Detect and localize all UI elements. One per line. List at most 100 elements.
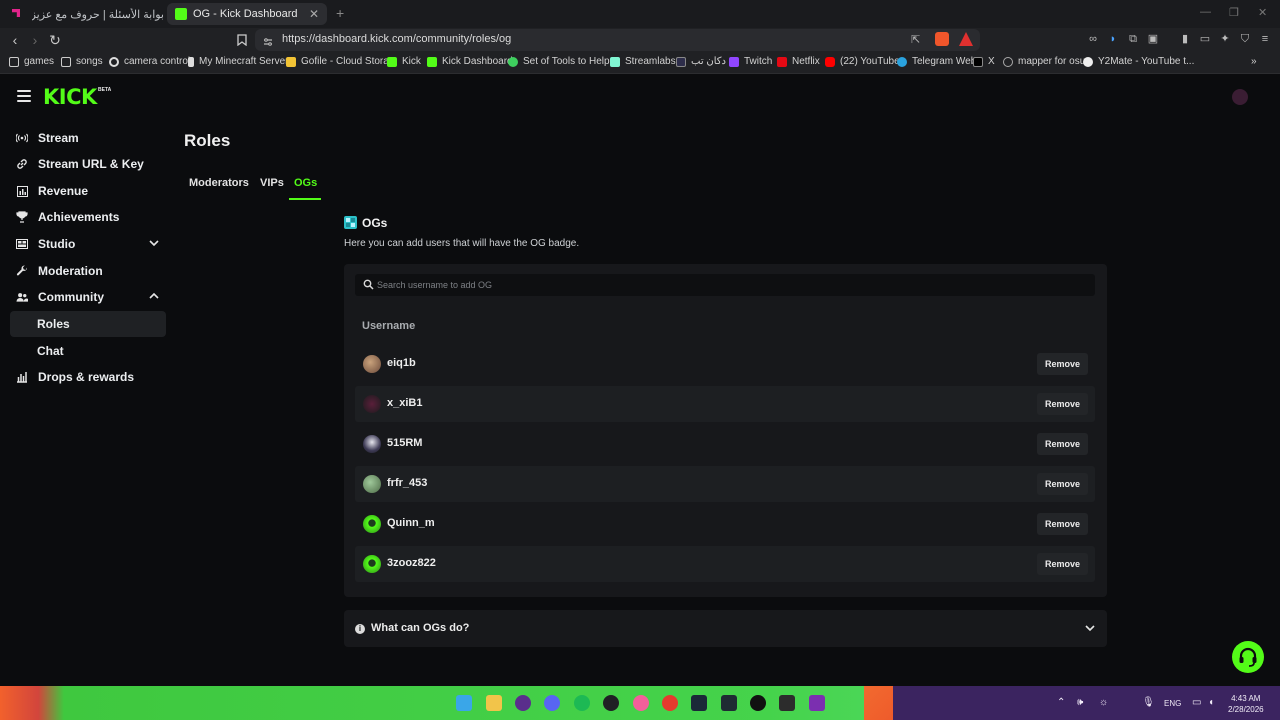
bookmark-item[interactable]: Gofile - Cloud Stora...	[286, 56, 397, 67]
support-chat-button[interactable]	[1232, 641, 1264, 673]
bookmark-item[interactable]: (22) YouTube	[825, 56, 900, 67]
bookmark-item[interactable]: songs	[61, 56, 103, 67]
bookmark-item[interactable]: Kick	[387, 56, 421, 67]
brave-shields-icon[interactable]	[935, 32, 949, 46]
obs-icon[interactable]	[603, 695, 619, 711]
remove-button[interactable]: Remove	[1036, 353, 1088, 375]
bookmark-item[interactable]: games	[9, 56, 54, 67]
sidebar-item-stream[interactable]: Stream	[10, 125, 166, 151]
username[interactable]: frfr_453	[387, 477, 427, 489]
bookmark-item[interactable]: Telegram Web	[897, 56, 976, 67]
sidebar-item-studio[interactable]: Studio	[10, 231, 166, 257]
new-tab-icon[interactable]: +	[336, 5, 344, 21]
bookmark-item[interactable]: Set of Tools to Help...	[508, 56, 618, 67]
back-icon[interactable]: ‹	[5, 30, 25, 50]
show-hidden-icons-icon[interactable]: ⌃	[1057, 697, 1065, 708]
sidebar-item-revenue[interactable]: Revenue	[10, 178, 166, 204]
username[interactable]: eiq1b	[387, 357, 416, 369]
share-icon[interactable]: ⇱	[911, 33, 920, 46]
bookmark-item[interactable]: Streamlabs	[610, 56, 676, 67]
menu-icon[interactable]: ≡	[1258, 32, 1272, 46]
extension-icon[interactable]: ▣	[1146, 32, 1160, 46]
clock[interactable]: 4:43 AM 2/28/2026	[1228, 693, 1264, 715]
chevron-down-icon[interactable]	[1084, 622, 1096, 634]
osu-icon[interactable]	[633, 695, 649, 711]
remove-button[interactable]: Remove	[1036, 433, 1088, 455]
sidebar-item-drops-rewards[interactable]: Drops & rewards	[10, 364, 166, 390]
remove-button[interactable]: Remove	[1036, 553, 1088, 575]
minimize-icon[interactable]: —	[1200, 6, 1211, 18]
faq-accordion[interactable]: i What can OGs do?	[344, 610, 1107, 647]
sidebar-item-achievements[interactable]: Achievements	[10, 204, 166, 230]
app-icon[interactable]	[750, 695, 766, 711]
username[interactable]: x_xiB1	[387, 397, 422, 409]
more-bookmarks-icon[interactable]: »	[1251, 56, 1257, 67]
app-icon[interactable]	[809, 695, 825, 711]
site-settings-icon[interactable]	[263, 34, 273, 46]
minecraft-icon[interactable]	[779, 695, 795, 711]
extension-icon[interactable]: ◗	[1106, 32, 1120, 46]
search-box[interactable]	[355, 274, 1095, 296]
bookmark-item[interactable]: Kick Dashboard	[427, 56, 513, 67]
hamburger-menu-icon[interactable]	[17, 90, 31, 102]
bookmark-item[interactable]: My Minecraft Server	[188, 56, 288, 67]
tab-vips[interactable]: VIPs	[260, 177, 284, 189]
vpn-icon[interactable]: ⛉	[1238, 32, 1252, 46]
close-tab-icon[interactable]: ✕	[307, 7, 321, 21]
bookmark-item[interactable]: Y2Mate - YouTube t...	[1083, 56, 1194, 67]
discord-icon[interactable]	[544, 695, 560, 711]
bookmark-icon[interactable]	[232, 30, 252, 50]
extensions-icon[interactable]: ⧉	[1126, 32, 1140, 46]
username[interactable]: Quinn_m	[387, 517, 435, 529]
username[interactable]: 515RM	[387, 437, 422, 449]
rewards-icon[interactable]	[959, 32, 973, 46]
browser-tab[interactable]: بوابة الأسئلة | حروف مع عزيز	[6, 3, 164, 25]
app-icon[interactable]	[662, 695, 678, 711]
bookmark-item[interactable]: mapper for osu	[1003, 56, 1085, 67]
network-icon[interactable]: ▭	[1192, 697, 1201, 708]
steam-icon[interactable]	[691, 695, 707, 711]
sidebar-item-stream-url-key[interactable]: Stream URL & Key	[10, 151, 166, 177]
start-icon[interactable]	[456, 695, 472, 711]
user-avatar[interactable]	[1232, 89, 1248, 105]
tab-moderators[interactable]: Moderators	[189, 177, 249, 189]
app-icon[interactable]	[721, 695, 737, 711]
file-explorer-icon[interactable]	[486, 695, 502, 711]
bookmark-item[interactable]: Netflix	[777, 56, 820, 67]
browser-tab-active[interactable]: OG - Kick Dashboard ✕	[167, 3, 327, 25]
close-window-icon[interactable]: ✕	[1258, 6, 1267, 19]
extension-icon[interactable]: ∞	[1086, 32, 1100, 46]
volume-icon[interactable]: 🕪	[1077, 697, 1083, 708]
chevron-down-icon[interactable]	[148, 237, 160, 249]
sidebar-item-community[interactable]: Community	[10, 284, 166, 310]
chevron-up-icon[interactable]	[148, 290, 160, 302]
browser-tab-strip: بوابة الأسئلة | حروف مع عزيز OG - Kick D…	[0, 0, 1280, 28]
sidebar-item-chat[interactable]: Chat	[10, 338, 166, 364]
wallet-icon[interactable]: ▭	[1198, 32, 1212, 46]
remove-button[interactable]: Remove	[1036, 513, 1088, 535]
brightness-icon[interactable]: ☼	[1099, 697, 1108, 708]
address-bar[interactable]: https://dashboard.kick.com/community/rol…	[255, 29, 980, 51]
forward-icon[interactable]: ›	[25, 30, 45, 50]
bookmark-item[interactable]: camera control	[109, 56, 190, 67]
bookmark-item[interactable]: X	[973, 56, 995, 67]
leo-ai-icon[interactable]: ✦	[1218, 32, 1232, 46]
kick-logo[interactable]: KICK	[43, 85, 97, 109]
bookmark-item[interactable]: دكان تب	[676, 56, 726, 67]
reload-icon[interactable]: ↻	[45, 30, 65, 50]
sidebar-toggle-icon[interactable]: ▮	[1178, 32, 1192, 46]
speaker-icon[interactable]: ◖	[1208, 697, 1214, 708]
sidebar-item-moderation[interactable]: Moderation	[10, 258, 166, 284]
maximize-icon[interactable]: ❐	[1229, 6, 1239, 19]
remove-button[interactable]: Remove	[1036, 473, 1088, 495]
sidebar-item-roles[interactable]: Roles	[10, 311, 166, 337]
microphone-icon[interactable]: 🎙	[1142, 697, 1155, 708]
language-indicator[interactable]: ENG	[1164, 699, 1181, 708]
spotify-icon[interactable]	[574, 695, 590, 711]
tab-ogs[interactable]: OGs	[294, 177, 317, 189]
search-input[interactable]	[377, 274, 1077, 296]
remove-button[interactable]: Remove	[1036, 393, 1088, 415]
username[interactable]: 3zooz822	[387, 557, 436, 569]
bookmark-item[interactable]: Twitch	[729, 56, 772, 67]
app-icon[interactable]	[515, 695, 531, 711]
